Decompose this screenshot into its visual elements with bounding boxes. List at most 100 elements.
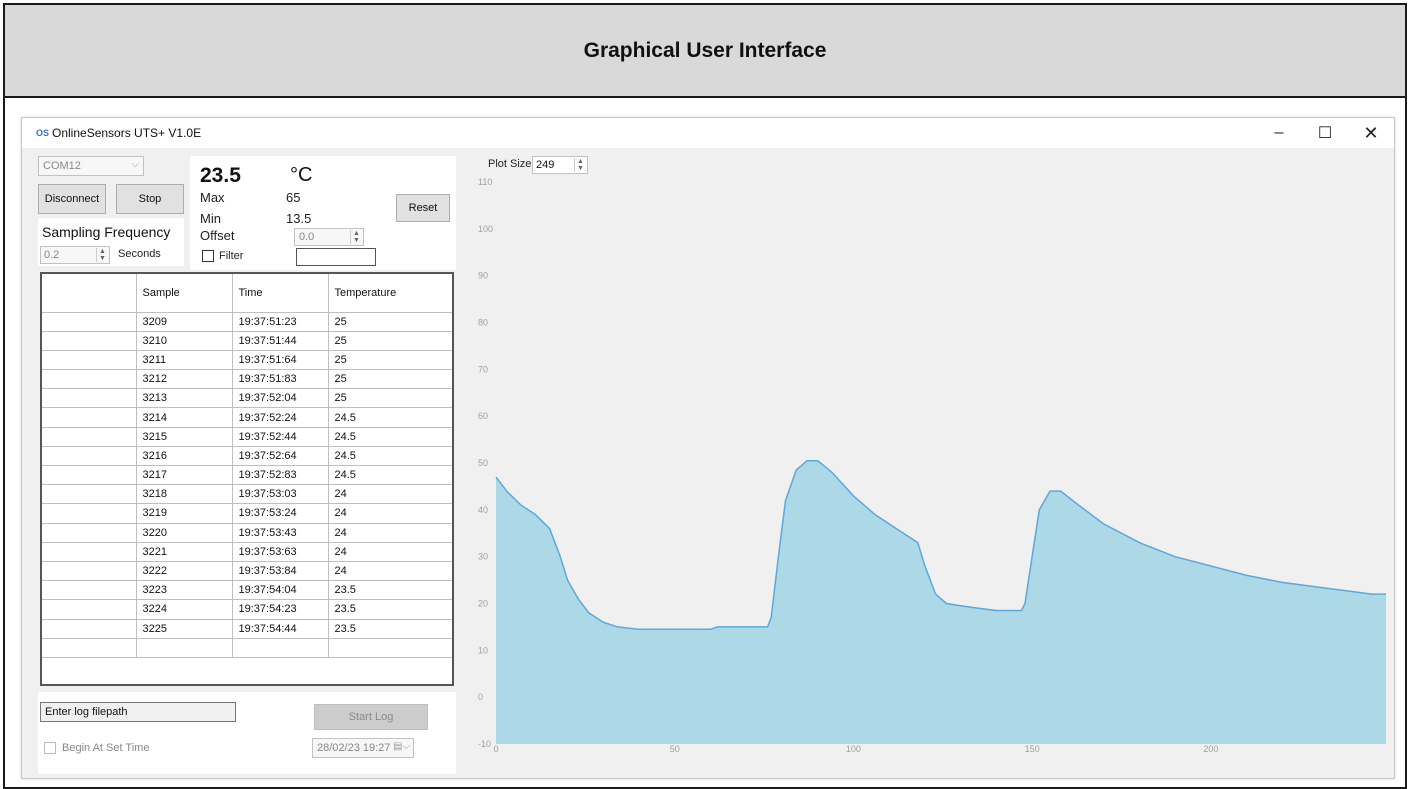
row-header-cell[interactable] bbox=[42, 465, 137, 486]
sample-cell[interactable]: 3216 bbox=[136, 446, 233, 467]
plot-size-stepper[interactable]: 249 ▲ ▼ bbox=[532, 156, 588, 174]
sample-cell[interactable]: 3218 bbox=[136, 484, 233, 505]
time-cell[interactable]: 19:37:51:64 bbox=[232, 350, 329, 371]
samples-table[interactable]: Sample Time Temperature 3209 19:37:51:23 2… bbox=[40, 272, 454, 686]
sample-cell[interactable]: 3219 bbox=[136, 503, 233, 524]
maximize-button[interactable]: ☐ bbox=[1302, 118, 1348, 148]
row-header-cell[interactable] bbox=[42, 369, 137, 390]
temperature-cell[interactable]: 23.5 bbox=[328, 619, 452, 639]
sample-cell[interactable]: 3224 bbox=[136, 599, 233, 620]
com-port-select[interactable]: COM12 ⌵ bbox=[38, 156, 144, 176]
table-row[interactable]: 3222 19:37:53:84 24 bbox=[42, 561, 452, 582]
time-cell[interactable]: 19:37:53:84 bbox=[232, 561, 329, 582]
temperature-cell[interactable]: 24.5 bbox=[328, 427, 452, 447]
table-row[interactable]: 3213 19:37:52:04 25 bbox=[42, 388, 452, 409]
table-row[interactable]: 3223 19:37:54:04 23.5 bbox=[42, 580, 452, 601]
sample-cell[interactable]: 3215 bbox=[136, 427, 233, 447]
temperature-cell[interactable]: 23.5 bbox=[328, 580, 452, 601]
begin-at-set-time-checkbox[interactable] bbox=[44, 742, 56, 754]
time-cell[interactable]: 19:37:54:04 bbox=[232, 580, 329, 601]
temperature-cell[interactable]: 24 bbox=[328, 561, 452, 582]
datetime-picker[interactable]: 28/02/23 19:27 ▤⌵ bbox=[312, 738, 414, 758]
table-row[interactable]: 3209 19:37:51:23 25 bbox=[42, 312, 452, 332]
temperature-cell[interactable]: 24 bbox=[328, 503, 452, 524]
time-cell[interactable]: 19:37:51:44 bbox=[232, 331, 329, 351]
close-button[interactable]: ✕ bbox=[1348, 118, 1394, 148]
row-header-cell[interactable] bbox=[42, 619, 137, 639]
empty-cell[interactable] bbox=[136, 638, 233, 658]
temperature-column-header[interactable]: Temperature bbox=[328, 274, 452, 313]
time-cell[interactable]: 19:37:52:44 bbox=[232, 427, 329, 447]
table-row-empty[interactable] bbox=[42, 638, 452, 658]
time-column-header[interactable]: Time bbox=[232, 274, 329, 313]
calendar-icon[interactable]: ▤⌵ bbox=[393, 741, 410, 752]
temperature-cell[interactable]: 25 bbox=[328, 350, 452, 371]
log-filepath-input[interactable]: Enter log filepath bbox=[40, 702, 236, 722]
start-log-button[interactable]: Start Log bbox=[314, 704, 428, 730]
sample-cell[interactable]: 3211 bbox=[136, 350, 233, 371]
sample-cell[interactable]: 3213 bbox=[136, 388, 233, 409]
row-header-cell[interactable] bbox=[42, 446, 137, 467]
table-row[interactable]: 3220 19:37:53:43 24 bbox=[42, 523, 452, 543]
time-cell[interactable]: 19:37:53:24 bbox=[232, 503, 329, 524]
time-cell[interactable]: 19:37:52:24 bbox=[232, 407, 329, 428]
sample-column-header[interactable]: Sample bbox=[136, 274, 233, 313]
table-row[interactable]: 3212 19:37:51:83 25 bbox=[42, 369, 452, 390]
time-cell[interactable]: 19:37:52:64 bbox=[232, 446, 329, 467]
temperature-cell[interactable]: 24.5 bbox=[328, 446, 452, 467]
table-row[interactable]: 3215 19:37:52:44 24.5 bbox=[42, 427, 452, 447]
sample-cell[interactable]: 3223 bbox=[136, 580, 233, 601]
sample-cell[interactable]: 3225 bbox=[136, 619, 233, 639]
sample-cell[interactable]: 3221 bbox=[136, 542, 233, 562]
temperature-cell[interactable]: 24.5 bbox=[328, 465, 452, 486]
empty-cell[interactable] bbox=[232, 638, 329, 658]
table-row[interactable]: 3221 19:37:53:63 24 bbox=[42, 542, 452, 562]
spin-arrows-icon[interactable]: ▲ ▼ bbox=[350, 230, 362, 244]
row-header-cell[interactable] bbox=[42, 580, 137, 601]
reset-button[interactable]: Reset bbox=[396, 194, 450, 222]
sampling-frequency-stepper[interactable]: 0.2 ▲ ▼ bbox=[40, 246, 110, 264]
title-bar[interactable]: OS OnlineSensors UTS+ V1.0E – ☐ ✕ bbox=[22, 118, 1394, 148]
row-header-cell[interactable] bbox=[42, 350, 137, 371]
sample-cell[interactable]: 3214 bbox=[136, 407, 233, 428]
time-cell[interactable]: 19:37:53:03 bbox=[232, 484, 329, 505]
row-header-cell[interactable] bbox=[42, 542, 137, 562]
row-header-cell[interactable] bbox=[42, 523, 137, 543]
empty-cell[interactable] bbox=[42, 638, 137, 658]
disconnect-button[interactable]: Disconnect bbox=[38, 184, 106, 214]
sample-cell[interactable]: 3222 bbox=[136, 561, 233, 582]
row-header-cell[interactable] bbox=[42, 427, 137, 447]
sample-cell[interactable]: 3209 bbox=[136, 312, 233, 332]
table-row[interactable]: 3211 19:37:51:64 25 bbox=[42, 350, 452, 371]
sample-cell[interactable]: 3217 bbox=[136, 465, 233, 486]
row-header-cell[interactable] bbox=[42, 503, 137, 524]
table-row[interactable]: 3219 19:37:53:24 24 bbox=[42, 503, 452, 524]
temperature-cell[interactable]: 25 bbox=[328, 388, 452, 409]
row-header-cell[interactable] bbox=[42, 312, 137, 332]
time-cell[interactable]: 19:37:51:83 bbox=[232, 369, 329, 390]
time-cell[interactable]: 19:37:52:83 bbox=[232, 465, 329, 486]
temperature-cell[interactable]: 24 bbox=[328, 542, 452, 562]
row-header-cell[interactable] bbox=[42, 561, 137, 582]
time-cell[interactable]: 19:37:53:63 bbox=[232, 542, 329, 562]
filter-checkbox[interactable] bbox=[202, 250, 214, 262]
table-row[interactable]: 3216 19:37:52:64 24.5 bbox=[42, 446, 452, 467]
temperature-cell[interactable]: 24.5 bbox=[328, 407, 452, 428]
temperature-cell[interactable]: 23.5 bbox=[328, 599, 452, 620]
sample-cell[interactable]: 3212 bbox=[136, 369, 233, 390]
temperature-cell[interactable]: 25 bbox=[328, 312, 452, 332]
table-row[interactable]: 3210 19:37:51:44 25 bbox=[42, 331, 452, 351]
time-cell[interactable]: 19:37:54:23 bbox=[232, 599, 329, 620]
stop-button[interactable]: Stop bbox=[116, 184, 184, 214]
time-cell[interactable]: 19:37:54:44 bbox=[232, 619, 329, 639]
empty-cell[interactable] bbox=[328, 638, 452, 658]
spin-arrows-icon[interactable]: ▲ ▼ bbox=[574, 158, 586, 172]
row-header-cell[interactable] bbox=[42, 599, 137, 620]
time-cell[interactable]: 19:37:52:04 bbox=[232, 388, 329, 409]
row-header-cell[interactable] bbox=[42, 484, 137, 505]
sample-cell[interactable]: 3220 bbox=[136, 523, 233, 543]
table-row[interactable]: 3217 19:37:52:83 24.5 bbox=[42, 465, 452, 486]
temperature-cell[interactable]: 25 bbox=[328, 331, 452, 351]
row-header-cell[interactable] bbox=[42, 407, 137, 428]
table-row[interactable]: 3224 19:37:54:23 23.5 bbox=[42, 599, 452, 620]
